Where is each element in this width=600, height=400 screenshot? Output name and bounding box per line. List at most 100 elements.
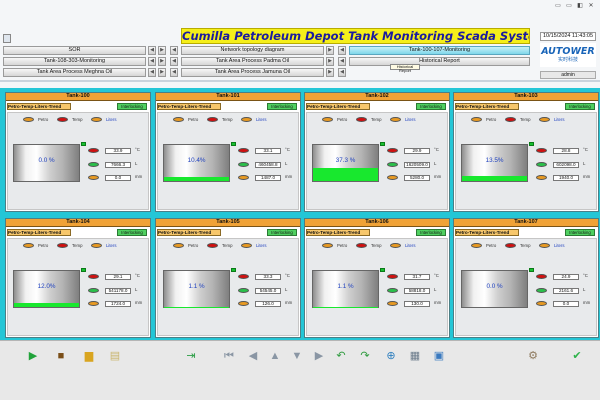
valve-icon[interactable] — [529, 142, 534, 146]
document-icon[interactable] — [3, 34, 11, 43]
interlock-button[interactable]: Interlocking — [267, 103, 297, 110]
down-icon[interactable]: ▼ — [290, 349, 304, 363]
prev-page-icon[interactable]: ◀ — [246, 349, 260, 363]
nav-padma[interactable]: Tank Area Process Padma Oil — [181, 57, 324, 66]
valve-icon[interactable] — [81, 268, 86, 272]
first-page-icon[interactable]: ⏮ — [222, 349, 236, 363]
nav-100-prev[interactable]: ◀ — [338, 46, 346, 55]
settings-icon[interactable]: ⚙ — [526, 349, 540, 363]
nav-sor-next[interactable]: ▶ — [158, 46, 166, 55]
tooltip: Historical Report — [390, 64, 420, 73]
window-icon-1[interactable]: ▭ — [554, 2, 562, 10]
liters-unit: L — [583, 287, 586, 292]
nav-jamuna[interactable]: Tank Area Process Jamuna Oil — [181, 68, 324, 77]
nav-historical-prev[interactable]: ◀ — [338, 57, 346, 66]
tank-view: Petro Temp Liters 12.0% 29.1 °C 541178.0… — [7, 238, 149, 336]
zoom-in-icon[interactable]: ⊕ — [384, 349, 398, 363]
tank-view: Petro Temp Liters 1.1 % 33.3 °C 54545.0 … — [157, 238, 299, 336]
trend-button[interactable]: Petro-Temp-Liters-Trend — [7, 103, 71, 110]
nav-jamuna-next[interactable]: ▶ — [326, 68, 334, 77]
window-icon-2[interactable]: ▭ — [565, 2, 573, 10]
level-unit: mm — [135, 174, 143, 179]
valve-icon[interactable] — [81, 142, 86, 146]
valve-icon[interactable] — [231, 142, 236, 146]
level-value: 5280.0 — [404, 175, 430, 181]
trend-button[interactable]: Petro-Temp-Liters-Trend — [157, 229, 221, 236]
next-page-icon[interactable]: ▶ — [312, 349, 326, 363]
nav-padma-next[interactable]: ▶ — [326, 57, 334, 66]
save-icon[interactable]: ▣ — [432, 349, 446, 363]
temp-indicator — [505, 243, 516, 248]
interlock-button[interactable]: Interlocking — [416, 229, 446, 236]
valve-icon[interactable] — [529, 268, 534, 272]
tank-graphic: 12.0% — [13, 270, 80, 308]
petro-label: Petro — [38, 117, 49, 122]
nav-topology[interactable]: Network topology diagram — [181, 46, 324, 55]
interlock-button[interactable]: Interlocking — [416, 103, 446, 110]
valve-icon[interactable] — [380, 142, 385, 146]
trend-button[interactable]: Petro-Temp-Liters-Trend — [157, 103, 221, 110]
redo-icon[interactable]: ↷ — [358, 349, 372, 363]
trend-button[interactable]: Petro-Temp-Liters-Trend — [455, 103, 519, 110]
nav-jamuna-prev[interactable]: ◀ — [170, 68, 178, 77]
close-icon[interactable]: ✕ — [587, 2, 595, 10]
nav-meghna-prev[interactable]: ◀ — [148, 68, 156, 77]
interlock-button[interactable]: Interlocking — [267, 229, 297, 236]
company-logo: AUTOWER 实时科技 — [540, 43, 596, 67]
nav-meghna-next[interactable]: ▶ — [158, 68, 166, 77]
trend-button[interactable]: Petro-Temp-Liters-Trend — [306, 103, 370, 110]
import-icon[interactable]: ⇥ — [184, 349, 198, 363]
window-icon-3[interactable]: ◧ — [576, 2, 584, 10]
user-field[interactable]: admin — [540, 71, 596, 79]
interlock-button[interactable]: Interlocking — [117, 229, 147, 236]
liters-status-icon — [536, 162, 547, 167]
nav-tank-100-107[interactable]: Tank-100-107-Monitoring — [349, 46, 530, 55]
confirm-icon[interactable]: ✔ — [570, 349, 584, 363]
liters-indicator — [91, 243, 102, 248]
nav-tank-108-303[interactable]: Tank-108-303-Monitoring — [3, 57, 146, 66]
tank-fill — [313, 167, 378, 181]
stop-icon[interactable]: ■ — [54, 349, 68, 363]
petro-indicator — [23, 117, 34, 122]
tank-view: Petro Temp Liters 0.0 % 24.9 °C 2161.6 L… — [455, 238, 597, 336]
trend-button[interactable]: Petro-Temp-Liters-Trend — [455, 229, 519, 236]
interlock-button[interactable]: Interlocking — [565, 229, 595, 236]
folder-icon[interactable]: ▆ — [82, 349, 96, 363]
level-value: 1724.0 — [105, 301, 131, 307]
liters-value: 54545.0 — [255, 288, 281, 294]
temp-value: 28.8 — [553, 148, 579, 154]
up-icon[interactable]: ▲ — [268, 349, 282, 363]
liters-label: Liters — [106, 243, 117, 248]
temp-unit: °C — [285, 273, 290, 278]
print-icon[interactable]: ▦ — [408, 349, 422, 363]
run-icon[interactable]: ▶ — [26, 349, 40, 363]
valve-icon[interactable] — [231, 268, 236, 272]
trend-button[interactable]: Petro-Temp-Liters-Trend — [7, 229, 71, 236]
temp-alarm-icon — [238, 148, 249, 153]
tank-grid: Tank-100 Petro-Temp-Liters-Trend Interlo… — [0, 88, 600, 340]
petro-label: Petro — [337, 243, 348, 248]
nav-sor[interactable]: SOR — [3, 46, 146, 55]
liters-value: 602098.0 — [553, 162, 579, 168]
petro-indicator — [471, 117, 482, 122]
nav-historical[interactable]: Historical Report — [349, 57, 530, 66]
tank-graphic: 13.5% — [461, 144, 528, 182]
nav-meghna[interactable]: Tank Area Process Meghna Oil — [3, 68, 146, 77]
trend-button[interactable]: Petro-Temp-Liters-Trend — [306, 229, 370, 236]
temp-unit: °C — [135, 273, 140, 278]
nav-108-prev[interactable]: ◀ — [148, 57, 156, 66]
nav-topology-prev[interactable]: ◀ — [170, 46, 178, 55]
tank-graphic: 0.0 % — [13, 144, 80, 182]
report-icon[interactable]: ▤ — [108, 349, 122, 363]
liters-status-icon — [387, 288, 398, 293]
interlock-button[interactable]: Interlocking — [565, 103, 595, 110]
interlock-button[interactable]: Interlocking — [117, 103, 147, 110]
nav-108-next[interactable]: ▶ — [158, 57, 166, 66]
nav-sor-prev[interactable]: ◀ — [148, 46, 156, 55]
nav-padma-prev[interactable]: ◀ — [170, 57, 178, 66]
nav-blank-prev[interactable]: ◀ — [338, 68, 346, 77]
undo-icon[interactable]: ↶ — [334, 349, 348, 363]
nav-topology-next[interactable]: ▶ — [326, 46, 334, 55]
tank-panel: Tank-101 Petro-Temp-Liters-Trend Interlo… — [155, 92, 301, 212]
valve-icon[interactable] — [380, 268, 385, 272]
